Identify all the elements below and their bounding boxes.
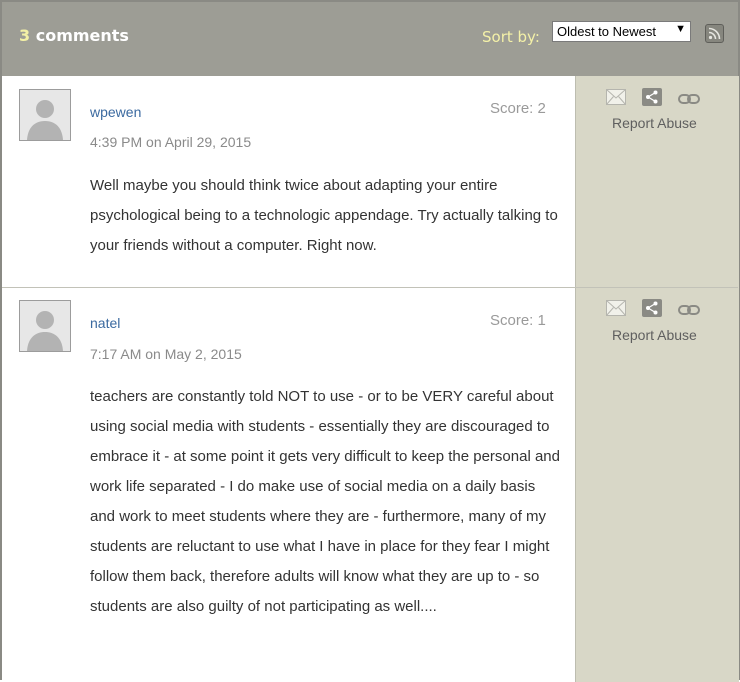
comment-score: Score: 2 xyxy=(490,100,546,117)
comment-username[interactable]: natel xyxy=(90,315,120,331)
dropdown-arrow-icon: ▼ xyxy=(675,23,686,35)
rss-icon[interactable] xyxy=(705,24,724,43)
comment-divider xyxy=(2,287,738,288)
default-avatar-icon xyxy=(27,311,63,351)
share-icon[interactable] xyxy=(642,88,662,110)
email-icon[interactable] xyxy=(606,89,626,109)
comment-body: Well maybe you should think twice about … xyxy=(90,177,558,254)
sort-label: Sort by: xyxy=(482,28,540,46)
comment-body: teachers are constantly told NOT to use … xyxy=(90,388,560,615)
comment-username[interactable]: wpewen xyxy=(90,104,141,120)
comment-actions xyxy=(606,299,716,321)
sort-select[interactable]: Oldest to Newest ▼ xyxy=(552,21,691,42)
share-icon[interactable] xyxy=(642,299,662,321)
email-icon[interactable] xyxy=(606,300,626,320)
link-icon[interactable] xyxy=(678,301,700,320)
actions-sidebar xyxy=(575,76,739,682)
comment-actions xyxy=(606,88,716,110)
sort-selected-value: Oldest to Newest xyxy=(557,24,656,39)
default-avatar-icon xyxy=(27,100,63,140)
comment-score: Score: 1 xyxy=(490,312,546,329)
comments-widget: 3 comments Sort by: Oldest to Newest ▼ w… xyxy=(0,0,740,682)
comment-count-label: comments xyxy=(35,26,129,45)
comment-count-number: 3 xyxy=(19,26,31,45)
report-abuse-link[interactable]: Report Abuse xyxy=(612,327,697,343)
avatar[interactable] xyxy=(19,300,71,352)
comment-timestamp: 4:39 PM on April 29, 2015 xyxy=(90,134,252,150)
comment-count: 3 comments xyxy=(19,26,129,45)
report-abuse-link[interactable]: Report Abuse xyxy=(612,115,697,131)
link-icon[interactable] xyxy=(678,90,700,109)
comment-timestamp: 7:17 AM on May 2, 2015 xyxy=(90,346,242,362)
avatar[interactable] xyxy=(19,89,71,141)
comments-header: 3 comments Sort by: Oldest to Newest ▼ xyxy=(2,2,738,76)
